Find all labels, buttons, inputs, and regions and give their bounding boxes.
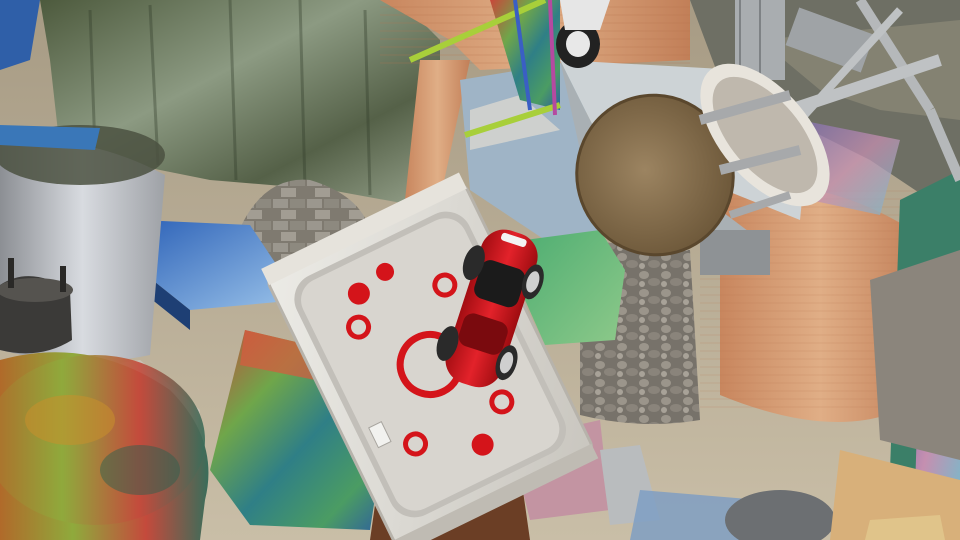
grey-block: [870, 250, 960, 460]
render-scene: [0, 0, 960, 540]
scene-canvas: [0, 0, 960, 540]
